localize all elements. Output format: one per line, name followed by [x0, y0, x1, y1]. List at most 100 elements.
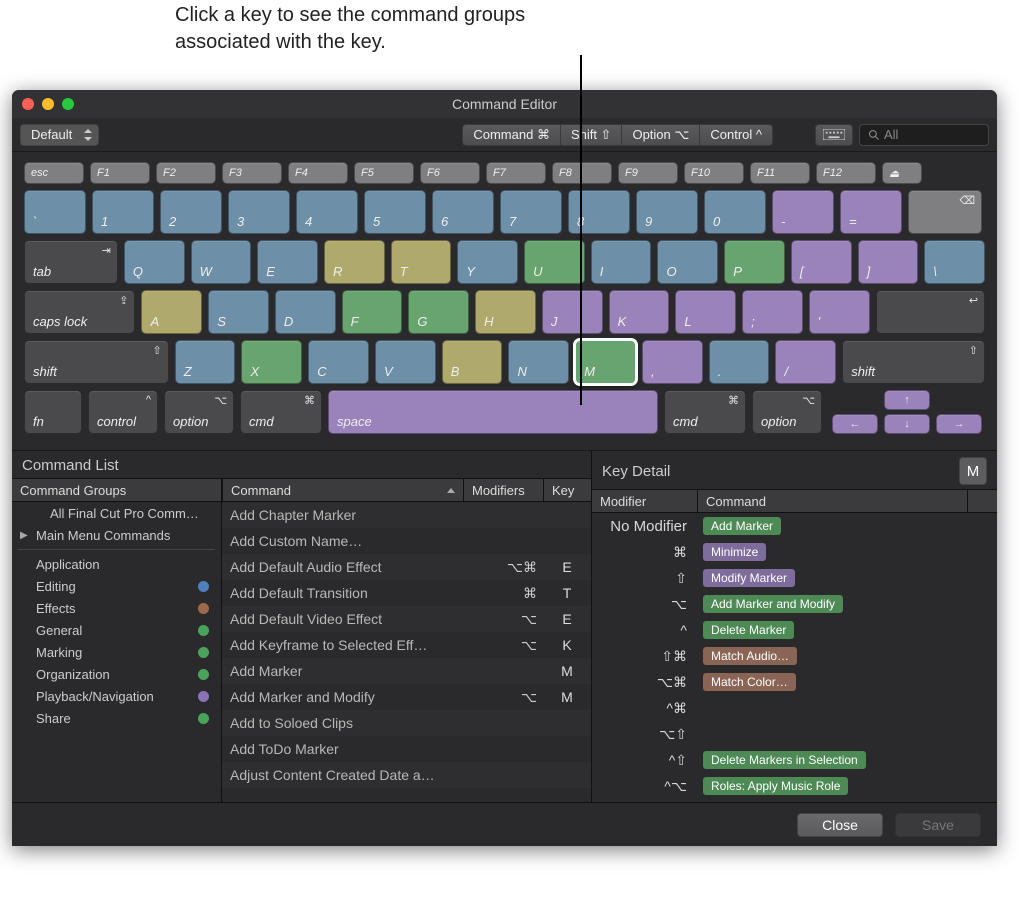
key-detail-row[interactable]: ^⌘: [592, 695, 997, 721]
command-row[interactable]: Add Chapter Marker: [222, 502, 591, 528]
command-row[interactable]: Add ToDo Marker: [222, 736, 591, 762]
key-cmd[interactable]: cmd⌘: [664, 390, 746, 434]
key-control[interactable]: control^: [88, 390, 158, 434]
key-1[interactable]: 1: [92, 190, 154, 234]
key-k[interactable]: K: [609, 290, 670, 334]
key-z[interactable]: Z: [175, 340, 236, 384]
key-;[interactable]: ;: [742, 290, 803, 334]
key-c[interactable]: C: [308, 340, 369, 384]
key-f10[interactable]: F10: [684, 162, 744, 184]
command-row[interactable]: Add to Soloed Clips: [222, 710, 591, 736]
key-tab[interactable]: tab⇥: [24, 240, 118, 284]
key-detail-row[interactable]: ⌥⇧: [592, 721, 997, 747]
command-row[interactable]: Add Marker and Modify⌥M: [222, 684, 591, 710]
key-4[interactable]: 4: [296, 190, 358, 234]
key-6[interactable]: 6: [432, 190, 494, 234]
group-item[interactable]: Playback/Navigation: [12, 685, 221, 707]
key-0[interactable]: 0: [704, 190, 766, 234]
key-detail-row[interactable]: ^⌥Roles: Apply Music Role: [592, 773, 997, 799]
key-arrow-right[interactable]: →: [936, 414, 982, 434]
preset-dropdown[interactable]: Default: [20, 124, 99, 146]
command-row[interactable]: Add Default Transition⌘T: [222, 580, 591, 606]
group-item[interactable]: Application: [12, 553, 221, 575]
key-f12[interactable]: F12: [816, 162, 876, 184]
group-item[interactable]: Marking: [12, 641, 221, 663]
key-n[interactable]: N: [508, 340, 569, 384]
key-f11[interactable]: F11: [750, 162, 810, 184]
key-,[interactable]: ,: [642, 340, 703, 384]
command-row[interactable]: Add MarkerM: [222, 658, 591, 684]
key-a[interactable]: A: [141, 290, 202, 334]
keyboard-layout-button[interactable]: [815, 124, 853, 146]
command-row[interactable]: Adjust Content Created Date a…: [222, 762, 591, 788]
col-modifier[interactable]: Modifier: [592, 489, 697, 513]
key-h[interactable]: H: [475, 290, 536, 334]
close-button[interactable]: Close: [797, 813, 883, 837]
key-.[interactable]: .: [709, 340, 770, 384]
key-detail-row[interactable]: ⌥Add Marker and Modify: [592, 591, 997, 617]
key-g[interactable]: G: [408, 290, 469, 334]
key-d[interactable]: D: [275, 290, 336, 334]
key-arrow-left[interactable]: ←: [832, 414, 878, 434]
key-s[interactable]: S: [208, 290, 269, 334]
key-q[interactable]: Q: [124, 240, 185, 284]
save-button[interactable]: Save: [895, 813, 981, 837]
col-modifiers[interactable]: Modifiers: [463, 478, 543, 502]
command-row[interactable]: Add Keyframe to Selected Eff…⌥K: [222, 632, 591, 658]
key-u[interactable]: U: [524, 240, 585, 284]
key-3[interactable]: 3: [228, 190, 290, 234]
key-detail-row[interactable]: ⌘Minimize: [592, 539, 997, 565]
key-esc[interactable]: esc: [24, 162, 84, 184]
key-detail-row[interactable]: No ModifierAdd Marker: [592, 513, 997, 539]
key-f1[interactable]: F1: [90, 162, 150, 184]
window-zoom-button[interactable]: [62, 98, 74, 110]
key-shift[interactable]: shift⇧: [24, 340, 169, 384]
key--[interactable]: -: [772, 190, 834, 234]
key-'[interactable]: ': [809, 290, 870, 334]
key-shift[interactable]: shift⇧: [842, 340, 985, 384]
key-][interactable]: ]: [858, 240, 919, 284]
group-item[interactable]: All Final Cut Pro Comm…: [12, 502, 221, 524]
key-f8[interactable]: F8: [552, 162, 612, 184]
key-↩[interactable]: ↩: [876, 290, 986, 334]
modifier-button-0[interactable]: Command ⌘: [462, 124, 561, 146]
modifier-button-1[interactable]: Shift ⇧: [561, 124, 623, 146]
group-item[interactable]: Editing: [12, 575, 221, 597]
modifier-button-2[interactable]: Option ⌥: [622, 124, 700, 146]
key-r[interactable]: R: [324, 240, 385, 284]
key-x[interactable]: X: [241, 340, 302, 384]
col-command[interactable]: Command: [222, 478, 463, 502]
key-f6[interactable]: F6: [420, 162, 480, 184]
window-minimize-button[interactable]: [42, 98, 54, 110]
key-f7[interactable]: F7: [486, 162, 546, 184]
key-[[interactable]: [: [791, 240, 852, 284]
search-input[interactable]: All: [859, 124, 989, 146]
key-caps-lock[interactable]: caps lock⇪: [24, 290, 135, 334]
key-9[interactable]: 9: [636, 190, 698, 234]
group-item[interactable]: Effects: [12, 597, 221, 619]
key-option[interactable]: option⌥: [752, 390, 822, 434]
key-option[interactable]: option⌥: [164, 390, 234, 434]
key-8[interactable]: 8: [568, 190, 630, 234]
col-command-detail[interactable]: Command: [697, 489, 967, 513]
key-/[interactable]: /: [775, 340, 836, 384]
col-key[interactable]: Key: [543, 478, 591, 502]
key-f9[interactable]: F9: [618, 162, 678, 184]
key-f2[interactable]: F2: [156, 162, 216, 184]
key-2[interactable]: 2: [160, 190, 222, 234]
key-arrow-up[interactable]: ↑: [884, 390, 930, 410]
key-f3[interactable]: F3: [222, 162, 282, 184]
key-detail-row[interactable]: ⇧⌘Match Audio…: [592, 643, 997, 669]
command-row[interactable]: Add Default Video Effect⌥E: [222, 606, 591, 632]
key-cmd[interactable]: cmd⌘: [240, 390, 322, 434]
command-row[interactable]: Add Default Audio Effect⌥⌘E: [222, 554, 591, 580]
key-f5[interactable]: F5: [354, 162, 414, 184]
group-item[interactable]: Share: [12, 707, 221, 729]
window-close-button[interactable]: [22, 98, 34, 110]
key-⏏[interactable]: ⏏: [882, 162, 922, 184]
key-w[interactable]: W: [191, 240, 252, 284]
key-o[interactable]: O: [657, 240, 718, 284]
key-=[interactable]: =: [840, 190, 902, 234]
key-f4[interactable]: F4: [288, 162, 348, 184]
key-f[interactable]: F: [342, 290, 403, 334]
